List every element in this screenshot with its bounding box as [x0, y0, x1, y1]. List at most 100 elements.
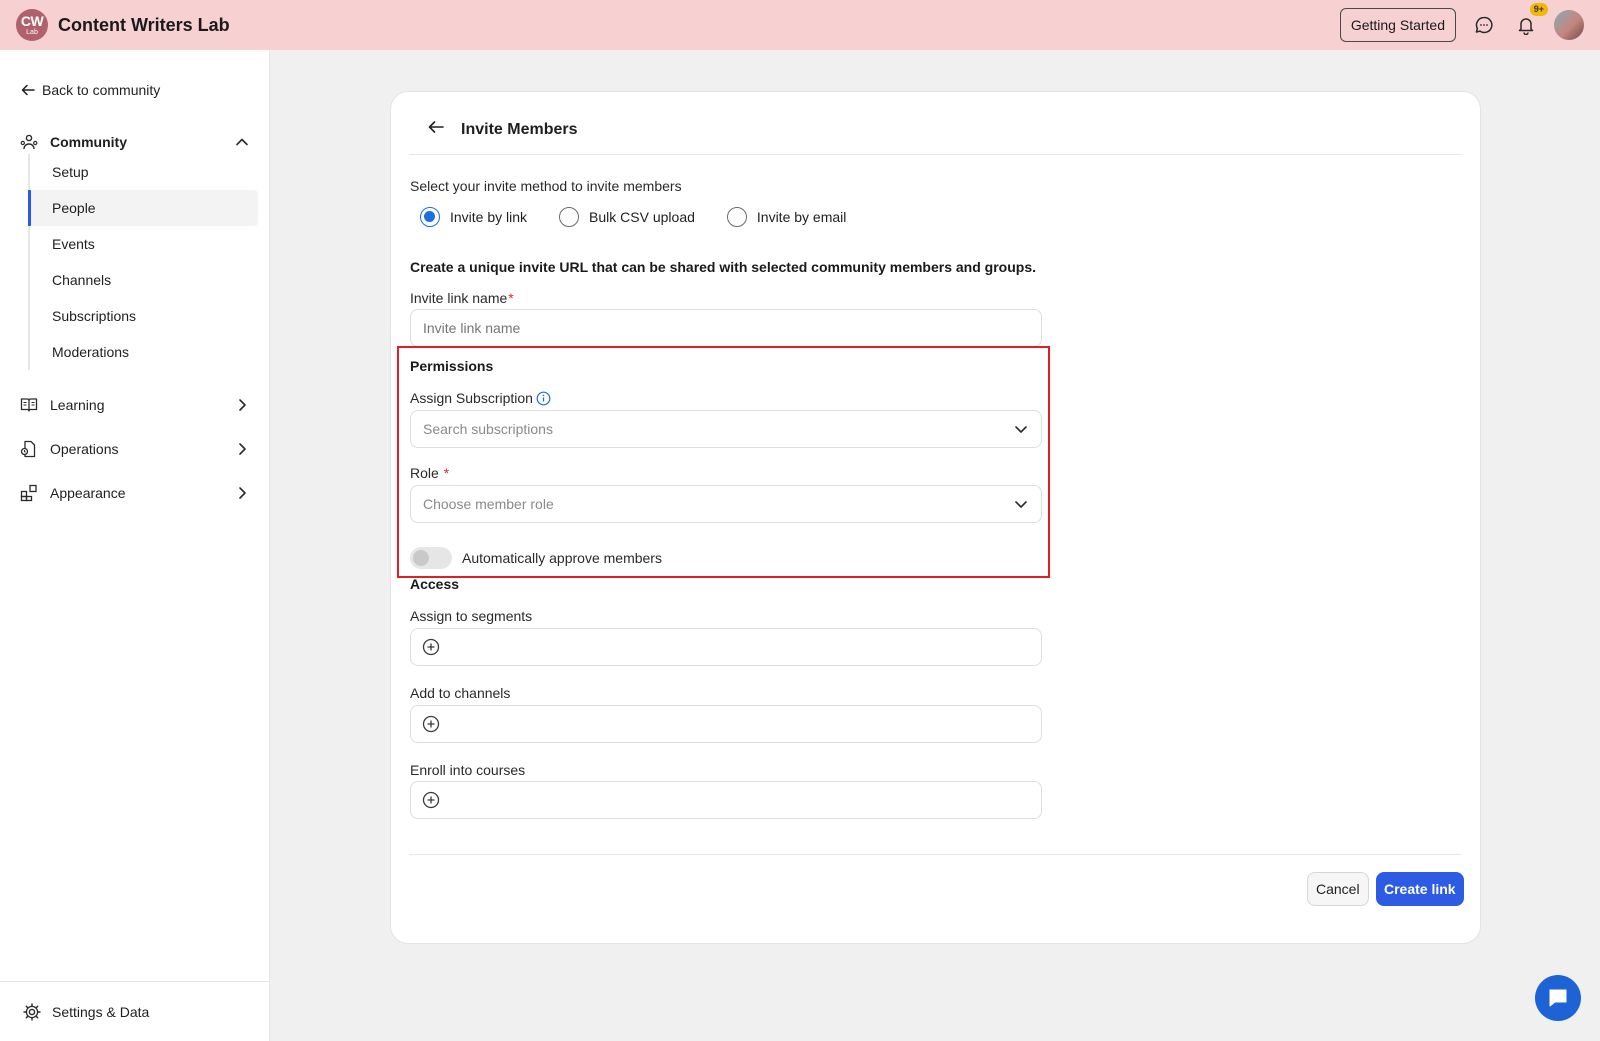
- auto-approve-toggle[interactable]: [410, 547, 452, 569]
- logo-subtext: Lab: [26, 29, 38, 36]
- field-label-text: Role: [410, 465, 439, 481]
- learning-label: Learning: [50, 397, 105, 413]
- community-icon: [18, 131, 40, 153]
- sidebar-item-people[interactable]: People: [28, 190, 258, 226]
- courses-label: Enroll into courses: [410, 762, 526, 778]
- appearance-icon: [18, 482, 40, 504]
- sidebar-item-moderations[interactable]: Moderations: [30, 334, 258, 370]
- add-circle-icon[interactable]: [421, 637, 441, 657]
- channels-label: Add to channels: [410, 685, 511, 701]
- assign-subscription-label: Assign Subscription: [410, 390, 551, 406]
- top-actions: Getting Started 9+: [1339, 3, 1584, 42]
- app-title: Content Writers Lab: [58, 14, 230, 35]
- invite-method-radio-group: Invite by link Bulk CSV upload Invite by…: [420, 207, 878, 227]
- add-circle-icon[interactable]: [421, 714, 441, 734]
- appearance-label: Appearance: [50, 485, 126, 501]
- create-link-button[interactable]: Create link: [1376, 872, 1464, 906]
- radio-button[interactable]: [559, 207, 580, 227]
- sidebar-group-community[interactable]: Community: [18, 128, 250, 156]
- invite-link-name-input[interactable]: [410, 309, 1042, 347]
- select-placeholder: Search subscriptions: [423, 421, 553, 437]
- sidebar-item-setup[interactable]: Setup: [30, 154, 258, 190]
- arrow-left-icon: [21, 84, 35, 96]
- role-label: Role *: [410, 465, 449, 481]
- chevron-up-icon[interactable]: [234, 134, 250, 150]
- notification-count-badge: 9+: [1529, 3, 1548, 16]
- chevron-down-icon: [1013, 421, 1029, 437]
- brand-logo[interactable]: CW Lab: [16, 9, 48, 41]
- header-divider: [409, 154, 1462, 155]
- info-icon[interactable]: [536, 391, 551, 406]
- sidebar: Back to community Community Setup People…: [0, 50, 270, 1041]
- chevron-right-icon[interactable]: [234, 397, 250, 413]
- back-arrow-icon[interactable]: [427, 118, 445, 141]
- radio-label: Invite by link: [450, 209, 528, 225]
- sidebar-group-learning[interactable]: Learning: [18, 391, 250, 419]
- community-label: Community: [50, 134, 127, 150]
- required-asterisk: *: [508, 290, 514, 306]
- field-label-text: Assign Subscription: [410, 390, 533, 406]
- gear-icon: [23, 1002, 41, 1021]
- auto-approve-row: Automatically approve members: [410, 547, 662, 569]
- sidebar-item-events[interactable]: Events: [30, 226, 258, 262]
- messages-icon[interactable]: [1470, 11, 1498, 39]
- select-placeholder: Choose member role: [423, 496, 554, 512]
- chevron-right-icon[interactable]: [234, 441, 250, 457]
- invite-description: Create a unique invite URL that can be s…: [410, 259, 1037, 275]
- footer-divider: [409, 854, 1462, 855]
- subscription-select[interactable]: Search subscriptions: [410, 410, 1042, 448]
- sidebar-item-label: Setup: [52, 164, 89, 180]
- back-link-label: Back to community: [42, 82, 161, 98]
- sidebar-item-subscriptions[interactable]: Subscriptions: [30, 298, 258, 334]
- field-label-text: Invite link name: [410, 290, 508, 306]
- sidebar-group-appearance[interactable]: Appearance: [18, 479, 250, 507]
- segments-label: Assign to segments: [410, 608, 533, 624]
- invite-method-prompt: Select your invite method to invite memb…: [410, 178, 682, 194]
- radio-button[interactable]: [726, 207, 747, 227]
- radio-invite-by-email[interactable]: Invite by email: [726, 207, 847, 227]
- chevron-right-icon[interactable]: [234, 485, 250, 501]
- radio-button[interactable]: [420, 207, 440, 227]
- sidebar-group-operations[interactable]: Operations: [18, 435, 250, 463]
- permissions-highlight-box: [397, 346, 1050, 578]
- invite-link-name-label: Invite link name*: [410, 290, 514, 306]
- radio-bulk-csv-upload[interactable]: Bulk CSV upload: [559, 207, 695, 227]
- auto-approve-label: Automatically approve members: [462, 550, 662, 566]
- radio-label: Invite by email: [756, 209, 847, 225]
- radio-label: Bulk CSV upload: [589, 209, 695, 225]
- access-title: Access: [410, 576, 460, 592]
- add-circle-icon[interactable]: [421, 790, 441, 810]
- segments-field[interactable]: [410, 628, 1042, 666]
- role-select[interactable]: Choose member role: [410, 485, 1042, 523]
- courses-field[interactable]: [410, 781, 1042, 819]
- operations-label: Operations: [50, 441, 119, 457]
- sidebar-item-label: People: [52, 200, 96, 216]
- sidebar-item-channels[interactable]: Channels: [30, 262, 258, 298]
- sidebar-item-label: Moderations: [52, 344, 130, 360]
- radio-invite-by-link[interactable]: Invite by link: [420, 207, 527, 227]
- back-to-community-link[interactable]: Back to community: [20, 82, 160, 98]
- sidebar-item-label: Channels: [52, 272, 112, 288]
- chat-launcher-button[interactable]: [1535, 975, 1581, 1021]
- card-header: Invite Members: [427, 118, 577, 141]
- required-asterisk: *: [443, 465, 450, 481]
- operations-icon: [18, 438, 40, 460]
- getting-started-button[interactable]: Getting Started: [1339, 8, 1456, 42]
- top-bar: CW Lab Content Writers Lab Getting Start…: [0, 0, 1600, 50]
- logo-text: CW: [20, 13, 44, 29]
- community-submenu: Setup People Events Channels Subscriptio…: [28, 154, 258, 370]
- sidebar-item-label: Events: [52, 236, 95, 252]
- cancel-button[interactable]: Cancel: [1307, 872, 1369, 906]
- invite-members-card: Invite Members Select your invite method…: [390, 91, 1481, 944]
- settings-and-data-link[interactable]: Settings & Data: [0, 981, 270, 1041]
- book-icon: [18, 394, 40, 416]
- notifications-bell-icon[interactable]: 9+: [1512, 3, 1548, 39]
- sidebar-item-label: Subscriptions: [52, 308, 137, 324]
- permissions-title: Permissions: [410, 358, 494, 374]
- user-avatar[interactable]: [1554, 10, 1584, 40]
- page-title: Invite Members: [461, 120, 578, 138]
- chevron-down-icon: [1013, 496, 1029, 512]
- channels-field[interactable]: [410, 705, 1042, 743]
- settings-label: Settings & Data: [52, 1003, 150, 1020]
- chat-bubble-icon: [1549, 989, 1567, 1007]
